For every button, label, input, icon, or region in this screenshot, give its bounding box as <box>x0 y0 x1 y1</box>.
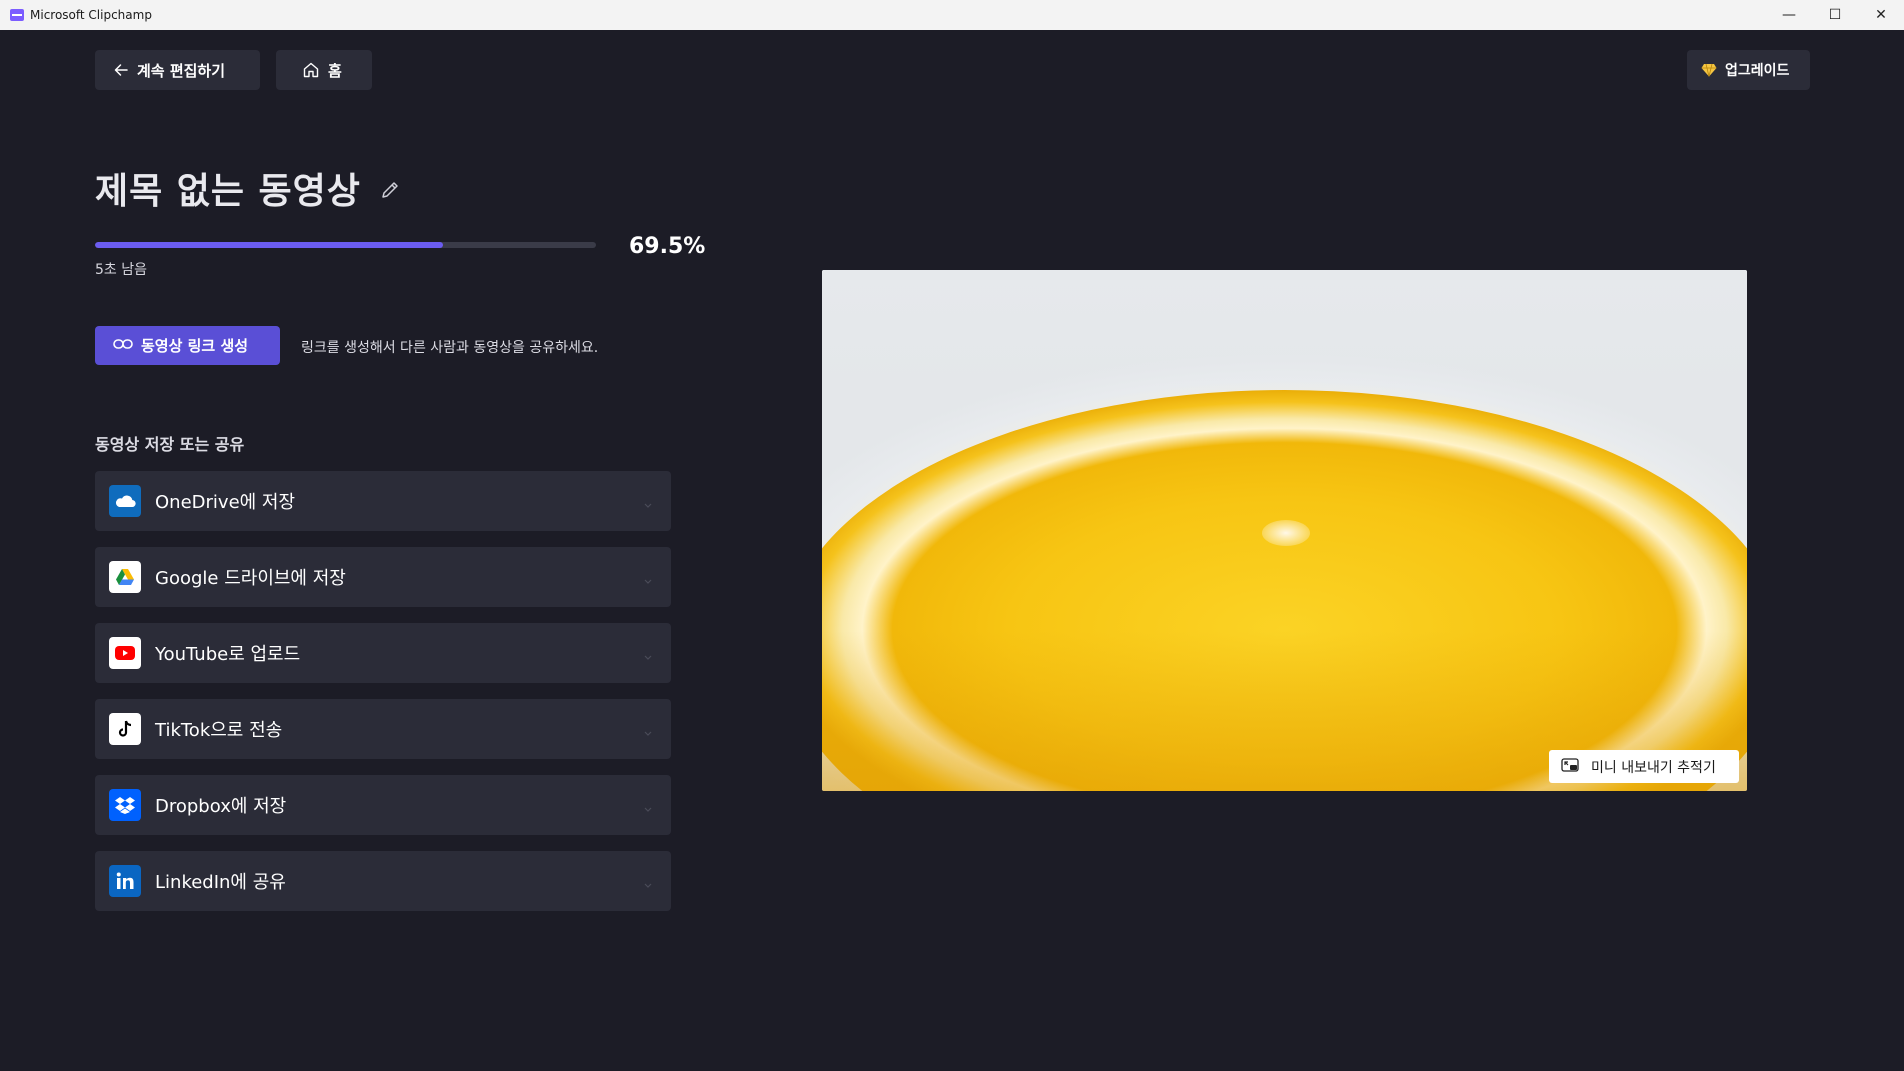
share-item-onedrive[interactable]: OneDrive에 저장 <box>95 471 671 531</box>
youtube-icon <box>109 637 141 669</box>
home-icon <box>302 61 320 79</box>
link-icon <box>113 337 133 355</box>
mini-export-tracker-label: 미니 내보내기 추적기 <box>1591 759 1716 776</box>
share-options-list: OneDrive에 저장 Google 드라이브에 저장 YouTube로 업로… <box>95 471 671 927</box>
continue-editing-label: 계속 편집하기 <box>137 61 226 80</box>
share-item-label: Dropbox에 저장 <box>155 796 287 817</box>
link-hint-text: 링크를 생성해서 다른 사람과 동영상을 공유하세요. <box>301 340 599 356</box>
video-preview: 미니 내보내기 추적기 <box>822 270 1747 791</box>
chevron-down-icon <box>643 875 653 894</box>
pencil-icon[interactable] <box>379 179 401 205</box>
share-item-tiktok[interactable]: TikTok으로 전송 <box>95 699 671 759</box>
upgrade-button[interactable]: 업그레이드 <box>1687 50 1810 90</box>
close-icon: ✕ <box>1875 7 1887 23</box>
minimize-icon: — <box>1782 7 1796 23</box>
onedrive-icon <box>109 485 141 517</box>
share-item-label: YouTube로 업로드 <box>155 644 301 665</box>
chevron-down-icon <box>643 571 653 590</box>
diamond-icon <box>1701 62 1717 78</box>
picture-in-picture-icon <box>1561 757 1579 777</box>
share-item-youtube[interactable]: YouTube로 업로드 <box>95 623 671 683</box>
share-item-linkedin[interactable]: LinkedIn에 공유 <box>95 851 671 911</box>
upgrade-label: 업그레이드 <box>1725 63 1790 79</box>
time-remaining: 5초 남음 <box>95 262 147 278</box>
chevron-down-icon <box>643 799 653 818</box>
minimize-button[interactable]: — <box>1766 0 1812 30</box>
dropbox-icon <box>109 789 141 821</box>
project-title: 제목 없는 동영상 <box>95 171 361 212</box>
chevron-down-icon <box>643 495 653 514</box>
window-titlebar: Microsoft Clipchamp — ☐ ✕ <box>0 0 1904 30</box>
share-item-label: OneDrive에 저장 <box>155 492 296 513</box>
tiktok-icon <box>109 713 141 745</box>
linkedin-icon <box>109 865 141 897</box>
create-video-link-label: 동영상 링크 생성 <box>141 337 249 355</box>
home-button[interactable]: 홈 <box>276 50 372 90</box>
chevron-down-icon <box>643 723 653 742</box>
export-progress-percent: 69.5% <box>629 234 706 259</box>
share-item-google-drive[interactable]: Google 드라이브에 저장 <box>95 547 671 607</box>
google-drive-icon <box>109 561 141 593</box>
continue-editing-button[interactable]: 계속 편집하기 <box>95 50 260 90</box>
share-item-label: LinkedIn에 공유 <box>155 872 286 893</box>
export-progress-bar <box>95 242 596 248</box>
share-item-label: TikTok으로 전송 <box>155 720 283 741</box>
share-item-dropbox[interactable]: Dropbox에 저장 <box>95 775 671 835</box>
maximize-icon: ☐ <box>1828 7 1842 23</box>
window-title: Microsoft Clipchamp <box>30 8 152 22</box>
create-video-link-button[interactable]: 동영상 링크 생성 <box>95 326 280 365</box>
clipchamp-app-icon <box>10 9 24 21</box>
home-label: 홈 <box>328 61 342 80</box>
close-button[interactable]: ✕ <box>1858 0 1904 30</box>
arrow-left-icon <box>113 62 129 78</box>
window-controls: — ☐ ✕ <box>1766 0 1904 30</box>
maximize-button[interactable]: ☐ <box>1812 0 1858 30</box>
share-item-label: Google 드라이브에 저장 <box>155 568 346 589</box>
save-or-share-heading: 동영상 저장 또는 공유 <box>95 435 245 454</box>
chevron-down-icon <box>643 647 653 666</box>
mini-export-tracker-button[interactable]: 미니 내보내기 추적기 <box>1549 750 1739 783</box>
export-progress-fill <box>95 242 444 248</box>
